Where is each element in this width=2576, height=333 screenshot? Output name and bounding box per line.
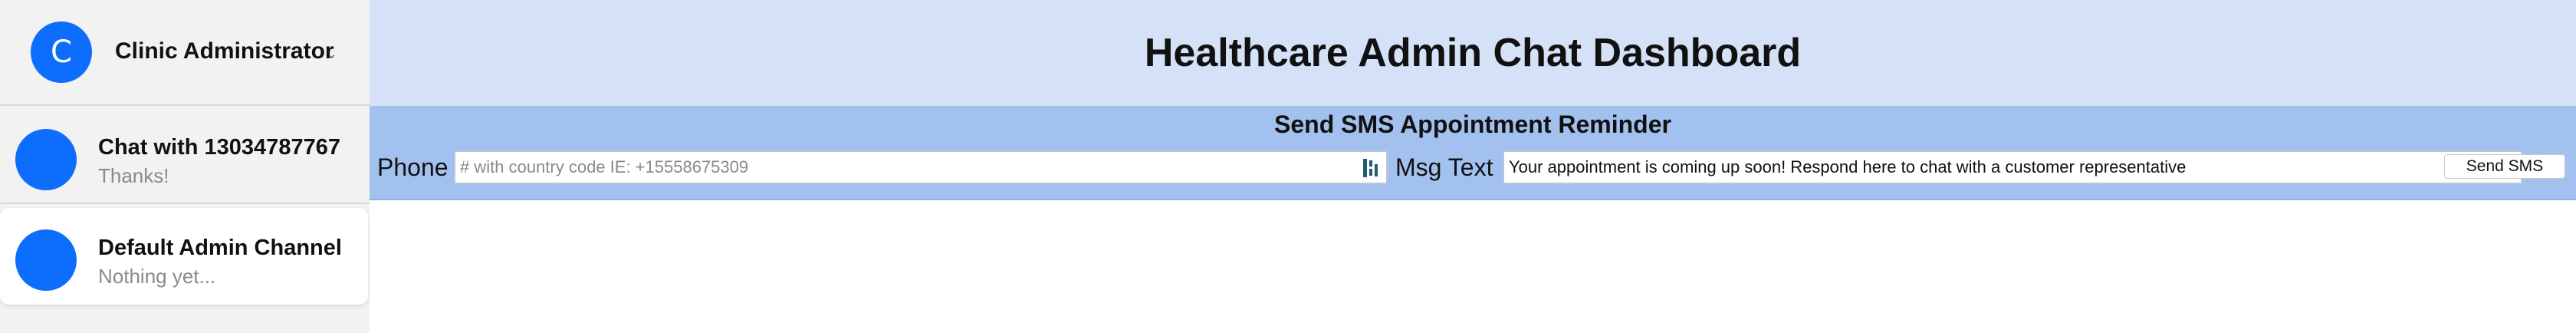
phone-label: Phone <box>377 153 449 181</box>
channel-title: Default Admin Channel <box>98 236 342 260</box>
app-root: C Clinic Administrator ⌄ Chat with 13034… <box>0 0 2576 333</box>
msg-text-input[interactable] <box>1509 152 2475 183</box>
page-header: Healthcare Admin Chat Dashboard <box>370 0 2576 106</box>
user-avatar: C <box>31 21 92 83</box>
channel-title: Chat with 13034787767 <box>98 135 340 160</box>
msg-text-label: Msg Text <box>1395 153 1493 181</box>
sms-panel-title: Send SMS Appointment Reminder <box>1274 110 1671 138</box>
chevron-down-icon[interactable]: ⌄ <box>326 46 337 62</box>
user-name: Clinic Administrator <box>115 38 334 64</box>
chat-area <box>370 202 2576 333</box>
avatar <box>15 129 77 190</box>
sms-reminder-panel: Send SMS Appointment Reminder Phone Msg … <box>370 106 2576 200</box>
channel-preview-selected[interactable]: Default Admin Channel Nothing yet... <box>0 208 368 305</box>
avatar <box>15 229 77 291</box>
user-menu[interactable]: C Clinic Administrator ⌄ <box>0 0 370 106</box>
channel-last-message: Thanks! <box>98 164 169 187</box>
phone-field <box>454 150 1388 184</box>
channel-preview[interactable]: Chat with 13034787767 Thanks! <box>0 106 370 204</box>
msg-text-field <box>1503 150 2522 184</box>
send-sms-button[interactable]: Send SMS <box>2444 154 2565 179</box>
password-manager-icon[interactable] <box>1362 158 1380 178</box>
phone-input[interactable] <box>460 152 1342 183</box>
page-title: Healthcare Admin Chat Dashboard <box>1144 31 1802 75</box>
channel-last-message: Nothing yet... <box>98 265 216 288</box>
send-sms-wrapper: Send SMS <box>2444 154 2565 179</box>
sidebar: C Clinic Administrator ⌄ Chat with 13034… <box>0 0 370 333</box>
